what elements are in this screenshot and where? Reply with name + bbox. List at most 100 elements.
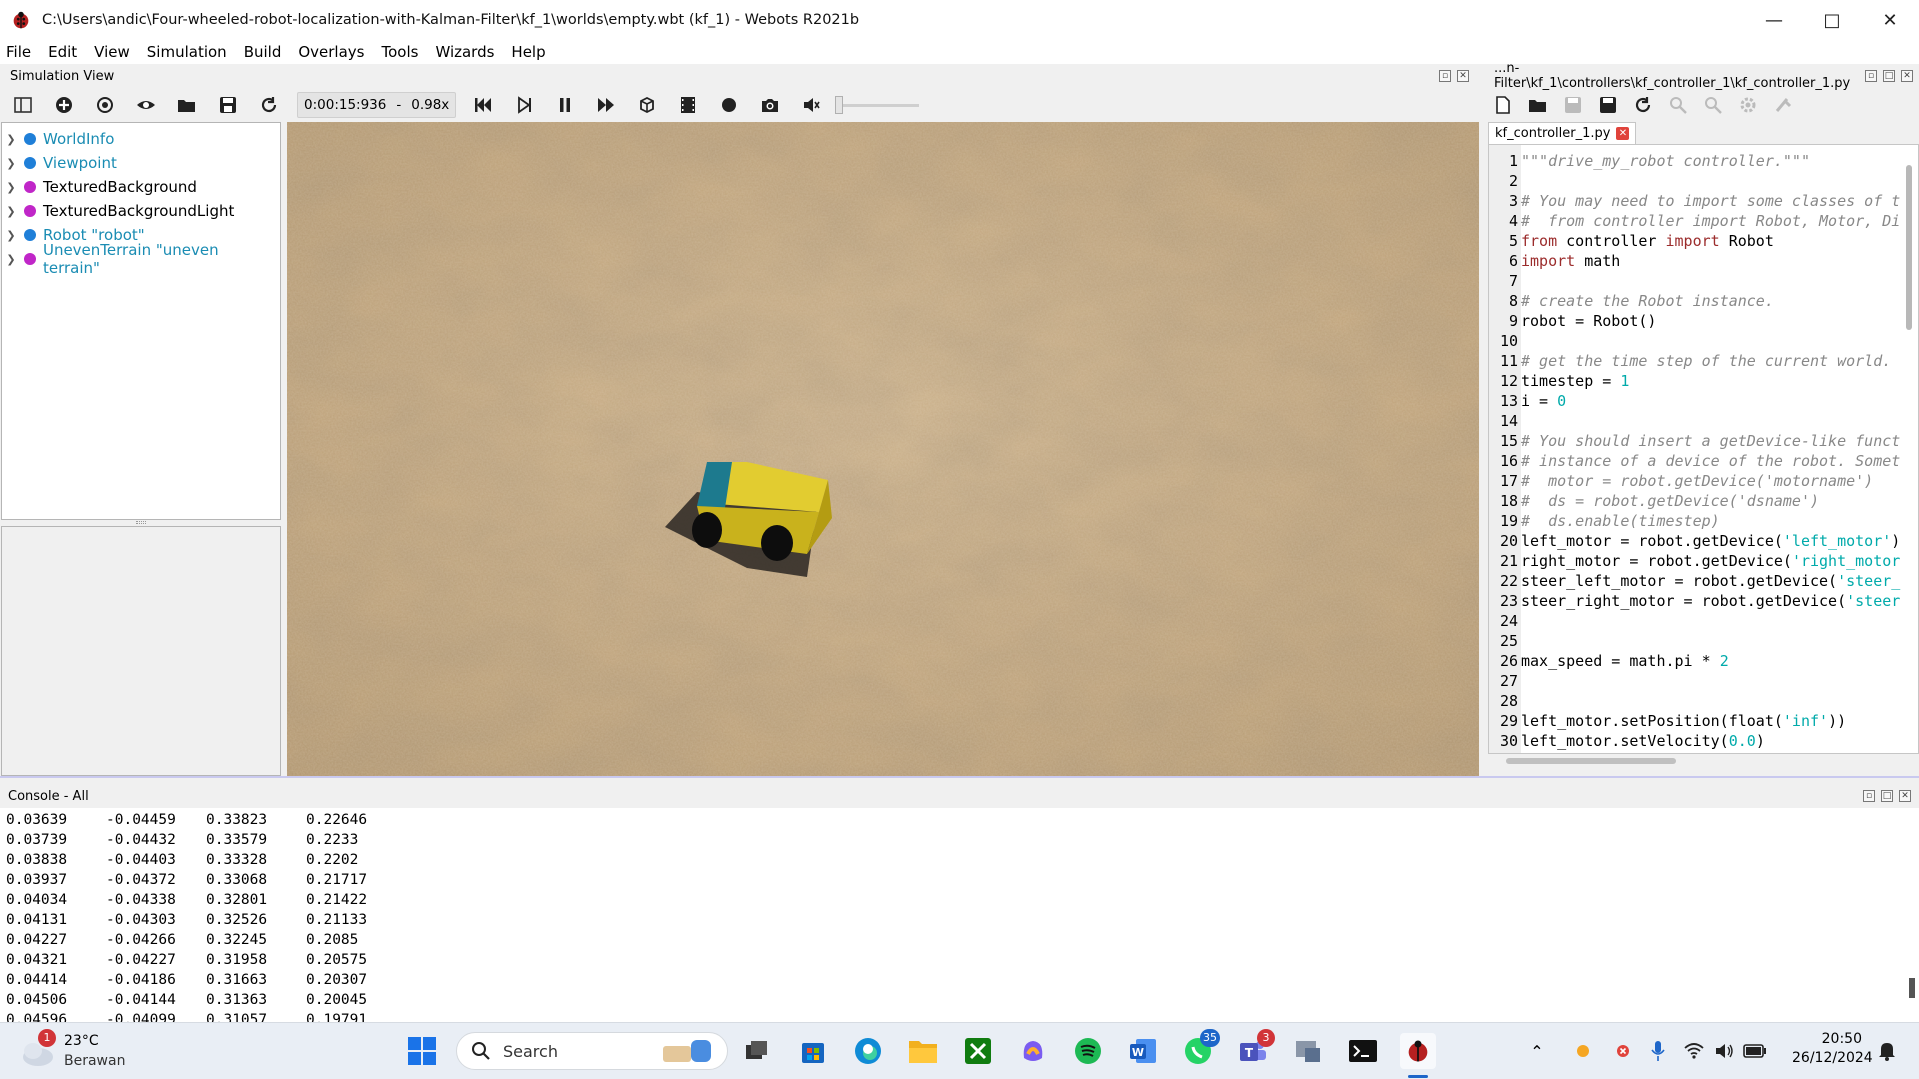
reset-viewpoint-button[interactable] bbox=[92, 92, 118, 118]
taskbar-file-explorer[interactable] bbox=[905, 1033, 941, 1069]
taskbar-search[interactable]: Search bbox=[456, 1032, 728, 1070]
fast-forward-icon bbox=[598, 98, 615, 112]
replace-button[interactable] bbox=[1700, 92, 1726, 118]
toggle-view-button[interactable] bbox=[634, 92, 660, 118]
fast-forward-button[interactable] bbox=[593, 92, 619, 118]
taskbar-store[interactable] bbox=[795, 1033, 831, 1069]
volume-slider-handle[interactable] bbox=[835, 96, 844, 114]
simulation-view-title: Simulation View bbox=[10, 68, 115, 84]
build-button[interactable] bbox=[1735, 92, 1761, 118]
close-panel-button[interactable]: ✕ bbox=[1899, 790, 1911, 802]
float-panel-button[interactable]: ▫ bbox=[1863, 790, 1875, 802]
save-world-button[interactable] bbox=[215, 92, 241, 118]
revert-button[interactable] bbox=[1630, 92, 1656, 118]
close-panel-button[interactable]: ✕ bbox=[1901, 70, 1913, 82]
editor-tab[interactable]: kf_controller_1.py ✕ bbox=[1488, 122, 1637, 144]
close-window-button[interactable]: ✕ bbox=[1861, 0, 1919, 40]
scene-tree-node[interactable]: ❯ Viewpoint bbox=[2, 151, 280, 175]
expand-arrow-icon[interactable]: ❯ bbox=[2, 253, 20, 266]
vertical-splitter[interactable] bbox=[1479, 66, 1488, 776]
menu-overlays[interactable]: Overlays bbox=[298, 43, 364, 61]
tray-app-1[interactable] bbox=[1568, 1033, 1598, 1069]
volume-slider[interactable] bbox=[835, 95, 920, 115]
menu-help[interactable]: Help bbox=[511, 43, 545, 61]
scene-tree-node[interactable]: ❯ UnevenTerrain "uneven terrain" bbox=[2, 241, 280, 277]
volume-button[interactable] bbox=[1710, 1033, 1738, 1069]
splitter-handle[interactable] bbox=[136, 521, 146, 524]
menu-build[interactable]: Build bbox=[244, 43, 282, 61]
gear-icon bbox=[1740, 97, 1756, 113]
taskbar-spotify[interactable] bbox=[1070, 1033, 1106, 1069]
add-node-button[interactable] bbox=[51, 92, 77, 118]
close-tab-icon[interactable]: ✕ bbox=[1616, 127, 1630, 140]
new-file-button[interactable] bbox=[1490, 92, 1516, 118]
toggle-scene-tree-button[interactable] bbox=[10, 92, 36, 118]
close-panel-button[interactable]: ✕ bbox=[1457, 70, 1469, 82]
record-movie-button[interactable] bbox=[675, 92, 701, 118]
open-world-button[interactable] bbox=[174, 92, 200, 118]
show-hidden-icons-button[interactable]: ⌃ bbox=[1520, 1033, 1554, 1069]
3d-view[interactable] bbox=[287, 122, 1479, 776]
reload-world-button[interactable] bbox=[256, 92, 282, 118]
taskbar-terminal[interactable] bbox=[1345, 1033, 1381, 1069]
expand-arrow-icon[interactable]: ❯ bbox=[2, 205, 20, 218]
scene-tree-node[interactable]: ❯ WorldInfo bbox=[2, 127, 280, 151]
step-button[interactable] bbox=[511, 92, 537, 118]
taskbar-word[interactable]: W bbox=[1125, 1033, 1161, 1069]
scene-tree-node[interactable]: ❯ TexturedBackground bbox=[2, 175, 280, 199]
console-scrollbar[interactable] bbox=[1909, 978, 1915, 998]
menu-view[interactable]: View bbox=[94, 43, 130, 61]
maximize-panel-button[interactable]: □ bbox=[1881, 790, 1893, 802]
console-output[interactable]: 0.03639 -0.04459 0.33823 0.22646 0.03739 -0.0… bbox=[0, 808, 1919, 1022]
console-value: 0.2233 bbox=[306, 832, 359, 848]
wifi-button[interactable] bbox=[1680, 1033, 1708, 1069]
notifications-button[interactable] bbox=[1872, 1033, 1902, 1069]
line-number: 7 bbox=[1508, 272, 1518, 290]
taskbar-remote-app[interactable] bbox=[1290, 1033, 1326, 1069]
taskbar-webots[interactable] bbox=[1400, 1033, 1436, 1069]
menu-simulation[interactable]: Simulation bbox=[147, 43, 227, 61]
menu-wizards[interactable]: Wizards bbox=[435, 43, 494, 61]
reset-simulation-button[interactable] bbox=[470, 92, 496, 118]
expand-arrow-icon[interactable]: ❯ bbox=[2, 229, 20, 242]
editor-horizontal-scrollbar[interactable] bbox=[1506, 758, 1676, 764]
mute-button[interactable] bbox=[798, 92, 824, 118]
menu-tools[interactable]: Tools bbox=[381, 43, 418, 61]
expand-arrow-icon[interactable]: ❯ bbox=[2, 181, 20, 194]
node-icon bbox=[23, 253, 36, 265]
taskbar-whatsapp[interactable]: 35 bbox=[1180, 1029, 1220, 1069]
pause-button[interactable] bbox=[552, 92, 578, 118]
minimize-button[interactable]: — bbox=[1745, 0, 1803, 40]
clean-button[interactable] bbox=[1770, 92, 1796, 118]
taskbar-copilot[interactable] bbox=[1015, 1033, 1051, 1069]
menu-file[interactable]: File bbox=[6, 43, 31, 61]
horizontal-splitter[interactable] bbox=[0, 776, 1919, 784]
maximize-panel-button[interactable]: □ bbox=[1883, 70, 1895, 82]
float-panel-button[interactable]: ▫ bbox=[1865, 70, 1877, 82]
tray-app-2[interactable] bbox=[1608, 1033, 1638, 1069]
view-options-button[interactable] bbox=[133, 92, 159, 118]
save-file-button[interactable] bbox=[1560, 92, 1586, 118]
code-editor[interactable]: 1 """drive_my_robot controller.""" 2 3 # You… bbox=[1488, 144, 1919, 754]
weather-widget[interactable]: 1 23°C Berawan bbox=[20, 1029, 160, 1073]
maximize-button[interactable]: □ bbox=[1803, 0, 1861, 40]
editor-vertical-scrollbar[interactable] bbox=[1906, 165, 1912, 330]
open-file-button[interactable] bbox=[1525, 92, 1551, 118]
taskbar-edge[interactable] bbox=[850, 1033, 886, 1069]
scene-tree-node[interactable]: ❯ TexturedBackgroundLight bbox=[2, 199, 280, 223]
microphone-button[interactable] bbox=[1642, 1033, 1674, 1069]
battery-button[interactable] bbox=[1740, 1033, 1770, 1069]
menu-edit[interactable]: Edit bbox=[48, 43, 77, 61]
expand-arrow-icon[interactable]: ❯ bbox=[2, 133, 20, 146]
taskbar-teams[interactable]: T 3 bbox=[1235, 1029, 1275, 1069]
start-button[interactable] bbox=[404, 1033, 440, 1069]
save-as-button[interactable] bbox=[1595, 92, 1621, 118]
float-panel-button[interactable]: ▫ bbox=[1439, 70, 1451, 82]
expand-arrow-icon[interactable]: ❯ bbox=[2, 157, 20, 170]
screenshot-button[interactable] bbox=[757, 92, 783, 118]
clock[interactable]: 20:50 26/12/2024 bbox=[1792, 1031, 1873, 1066]
taskbar-xbox[interactable] bbox=[960, 1033, 996, 1069]
find-button[interactable] bbox=[1665, 92, 1691, 118]
record-animation-button[interactable] bbox=[716, 92, 742, 118]
task-view-button[interactable] bbox=[738, 1033, 774, 1069]
